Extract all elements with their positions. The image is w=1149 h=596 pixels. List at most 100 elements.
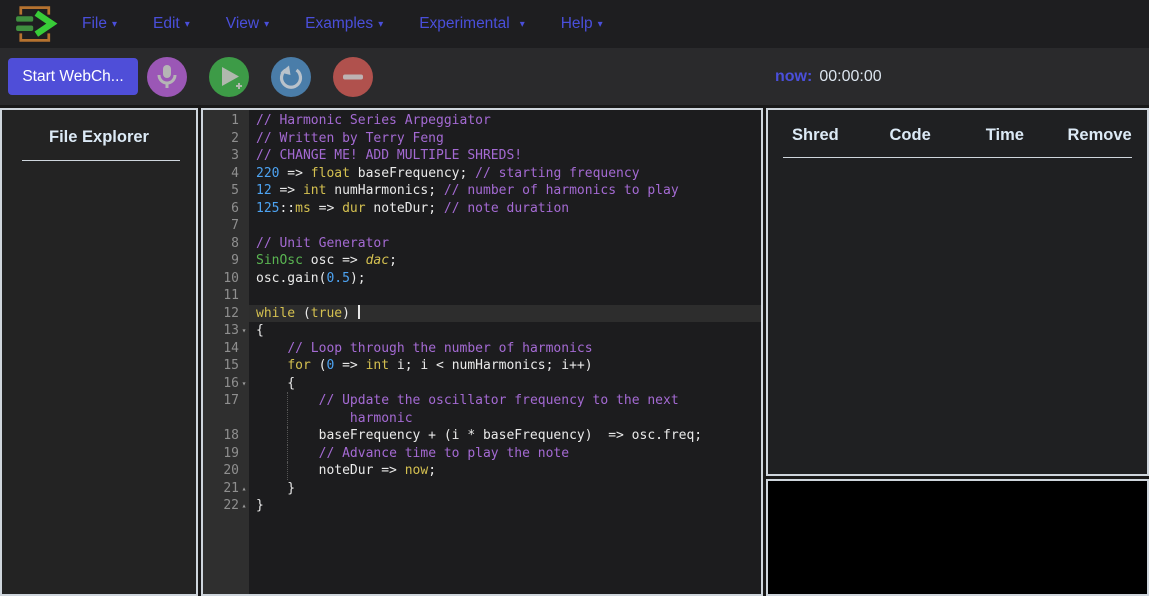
code-text: 220 => float baseFrequency; // starting … [249, 165, 761, 183]
gutter-cell[interactable]: 14 [203, 340, 249, 358]
gutter-cell[interactable]: 17 [203, 392, 249, 410]
minus-icon [341, 65, 365, 89]
code-line[interactable]: 18 baseFrequency + (i * baseFrequency) =… [203, 427, 761, 445]
menu-view[interactable]: View ▾ [226, 15, 269, 33]
menu-help-label: Help [561, 15, 593, 33]
gutter-cell[interactable]: 2 [203, 130, 249, 148]
gutter-cell[interactable]: 10 [203, 270, 249, 288]
code-line[interactable]: 16▾ { [203, 375, 761, 393]
code-area: 1// Harmonic Series Arpeggiator2// Writt… [203, 112, 761, 515]
replay-icon [277, 63, 305, 91]
code-line[interactable]: 20 noteDur => now; [203, 462, 761, 480]
fold-toggle-icon[interactable]: ▴ [239, 497, 249, 515]
gutter-cell[interactable]: 1 [203, 112, 249, 130]
remove-column-header: Remove [1052, 126, 1147, 145]
menu-edit[interactable]: Edit ▾ [153, 15, 190, 33]
code-line[interactable]: 10osc.gain(0.5); [203, 270, 761, 288]
code-line[interactable]: 11 [203, 287, 761, 305]
code-line[interactable]: 7 [203, 217, 761, 235]
gutter-cell[interactable]: 11 [203, 287, 249, 305]
gutter-cell[interactable]: 19 [203, 445, 249, 463]
fold-toggle-icon[interactable]: ▴ [239, 480, 249, 498]
code-line[interactable]: 12while (true) [203, 305, 761, 323]
gutter-cell[interactable]: 16▾ [203, 375, 249, 393]
gutter-cell[interactable]: 21▴ [203, 480, 249, 498]
fold-toggle-icon[interactable]: ▾ [239, 322, 249, 340]
gutter-cell[interactable]: 7 [203, 217, 249, 235]
line-number: 16 [223, 375, 239, 393]
chuck-time-display: now: 00:00:00 [775, 48, 882, 105]
code-line[interactable]: 5 12 => int numHarmonics; // number of ha… [203, 182, 761, 200]
right-column: Shred Code Time Remove [766, 108, 1149, 596]
chevron-down-icon: ▾ [598, 19, 603, 30]
fold-toggle-icon[interactable]: ▾ [239, 375, 249, 393]
code-line[interactable]: 2// Written by Terry Feng [203, 130, 761, 148]
microphone-icon [155, 64, 179, 90]
code-text: } [249, 480, 761, 498]
gutter-cell[interactable]: 13▾ [203, 322, 249, 340]
code-line[interactable]: 19 // Advance time to play the note [203, 445, 761, 463]
gutter-cell[interactable]: 12 [203, 305, 249, 323]
chevron-down-icon: ▾ [378, 19, 383, 30]
line-number: 15 [223, 357, 239, 375]
code-text: 125::ms => dur noteDur; // note duration [249, 200, 761, 218]
code-line[interactable]: 1// Harmonic Series Arpeggiator [203, 112, 761, 130]
toolbar: Start WebCh... now: 00:00:00 [0, 48, 1149, 105]
line-number: 20 [223, 462, 239, 480]
code-column-header: Code [863, 126, 958, 145]
menu-file-label: File [82, 15, 107, 33]
menu-examples-label: Examples [305, 15, 373, 33]
start-webchuck-button[interactable]: Start WebCh... [8, 58, 138, 95]
gutter-cell[interactable]: 18 [203, 427, 249, 445]
chuck-logo-icon [10, 3, 58, 45]
remove-shred-button[interactable] [333, 57, 373, 97]
menubar: File ▾ Edit ▾ View ▾ Examples ▾ Experime… [0, 0, 1149, 48]
code-line[interactable]: 22▴} [203, 497, 761, 515]
chevron-down-icon: ▾ [112, 19, 117, 30]
gutter-cell[interactable]: 9 [203, 252, 249, 270]
code-line[interactable]: 6125::ms => dur noteDur; // note duratio… [203, 200, 761, 218]
gutter-cell[interactable]: 15 [203, 357, 249, 375]
code-text: while (true) [249, 305, 761, 323]
file-explorer-divider [22, 160, 180, 161]
code-line[interactable]: 8// Unit Generator [203, 235, 761, 253]
code-line[interactable]: 21▴ } [203, 480, 761, 498]
code-editor[interactable]: 1// Harmonic Series Arpeggiator2// Writt… [201, 108, 763, 596]
code-text: { [249, 322, 761, 340]
code-line[interactable]: 17 // Update the oscillator frequency to… [203, 392, 761, 410]
code-text: 12 => int numHarmonics; // number of har… [249, 182, 761, 200]
code-line[interactable]: 4220 => float baseFrequency; // starting… [203, 165, 761, 183]
line-number: 13 [223, 322, 239, 340]
menu-help[interactable]: Help ▾ [561, 15, 603, 33]
menu-examples[interactable]: Examples ▾ [305, 15, 383, 33]
line-number: 1 [231, 112, 239, 130]
replace-shred-button[interactable] [271, 57, 311, 97]
menu-view-label: View [226, 15, 259, 33]
chevron-down-icon: ▾ [185, 19, 190, 30]
play-add-icon [216, 64, 242, 90]
gutter-cell[interactable] [203, 410, 249, 428]
gutter-cell[interactable]: 6 [203, 200, 249, 218]
gutter-cell[interactable]: 20 [203, 462, 249, 480]
menu-experimental[interactable]: Experimental ▾ [419, 15, 525, 33]
menu-file[interactable]: File ▾ [82, 15, 117, 33]
gutter-cell[interactable]: 5 [203, 182, 249, 200]
code-line[interactable]: 9SinOsc osc => dac; [203, 252, 761, 270]
gutter-cell[interactable]: 8 [203, 235, 249, 253]
microphone-button[interactable] [147, 57, 187, 97]
visualizer-canvas [766, 479, 1149, 596]
text-cursor [358, 305, 360, 319]
code-line[interactable]: 15 for (0 => int i; i < numHarmonics; i+… [203, 357, 761, 375]
code-text [249, 287, 761, 305]
code-line[interactable]: 14 // Loop through the number of harmoni… [203, 340, 761, 358]
code-line[interactable]: harmonic [203, 410, 761, 428]
line-number: 18 [223, 427, 239, 445]
run-shred-button[interactable] [209, 57, 249, 97]
gutter-cell[interactable]: 4 [203, 165, 249, 183]
code-text [249, 217, 761, 235]
code-line[interactable]: 13▾{ [203, 322, 761, 340]
gutter-cell[interactable]: 3 [203, 147, 249, 165]
gutter-cell[interactable]: 22▴ [203, 497, 249, 515]
code-line[interactable]: 3// CHANGE ME! ADD MULTIPLE SHREDS! [203, 147, 761, 165]
line-number: 5 [231, 182, 239, 200]
